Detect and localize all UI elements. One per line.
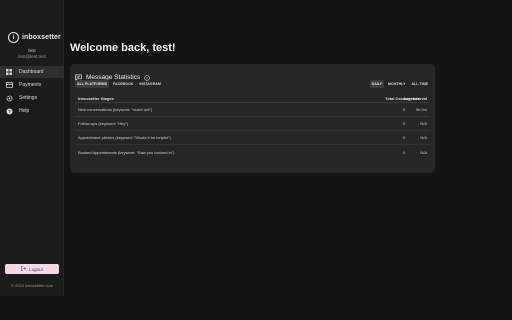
user-name: test	[28, 48, 36, 53]
sidebar-item-label: Help	[19, 108, 30, 114]
column-header-interval: Avg. Interval	[403, 96, 427, 101]
user-email: test@test.test	[18, 54, 46, 59]
sidebar-item-dashboard[interactable]: Dashboard	[0, 66, 64, 78]
period-monthly[interactable]: MONTHLY	[386, 80, 407, 88]
filter-all-platforms[interactable]: ALL PLATFORMS	[75, 80, 110, 88]
platform-filter: ALL PLATFORMS FACEBOOK INSTAGRAM	[75, 80, 163, 88]
stage-cell: New conversations (keyword: "reach out")	[78, 107, 153, 112]
gear-icon	[5, 94, 13, 102]
filter-facebook[interactable]: FACEBOOK	[111, 80, 135, 88]
period-all-time[interactable]: ALL TIME	[409, 80, 430, 88]
sidebar-item-label: Payments	[19, 82, 42, 88]
logout-icon	[21, 266, 27, 272]
logout-button[interactable]: Logout	[5, 264, 59, 274]
svg-text:?: ?	[8, 109, 11, 114]
sidebar-item-settings[interactable]: Settings	[0, 92, 64, 104]
sidebar-item-label: Dashboard	[19, 69, 44, 75]
sidebar-nav: Dashboard Payments Settings ? Help	[0, 66, 64, 118]
column-header-stages: Inboxsetter Stages	[78, 96, 114, 101]
table-row: Follow-ups (keyword: "Hey") 0 N/A	[75, 117, 430, 131]
sidebar-item-label: Settings	[19, 95, 38, 101]
logout-label: Logout	[29, 266, 43, 272]
stage-cell: Booked Appointments (keyword: "Saw you b…	[78, 149, 175, 155]
stats-table: Inboxsetter Stages Total Occurrences Avg…	[75, 95, 430, 159]
filter-instagram[interactable]: INSTAGRAM	[137, 80, 163, 88]
sidebar: i inboxsetter test test@test.test Dashbo…	[0, 0, 64, 296]
dashboard-grid-icon	[5, 68, 13, 76]
stage-cell: Appointment pitches (keyword: "Would it …	[78, 135, 171, 140]
sidebar-item-help[interactable]: ? Help	[0, 105, 64, 117]
stage-cell: Follow-ups (keyword: "Hey")	[78, 121, 129, 126]
interval-cell: 0h 0m	[415, 107, 427, 112]
interval-cell: N/A	[420, 149, 427, 155]
table-row: New conversations (keyword: "reach out")…	[75, 103, 430, 117]
period-daily[interactable]: DAILY	[369, 80, 385, 88]
interval-cell: N/A	[420, 135, 427, 140]
brand[interactable]: i inboxsetter	[8, 32, 61, 43]
period-filter: DAILY MONTHLY ALL TIME	[369, 80, 430, 88]
table-header: Inboxsetter Stages Total Occurrences Avg…	[75, 95, 430, 103]
brand-logo-icon: i	[8, 32, 19, 43]
credit-card-icon	[5, 81, 13, 89]
table-row: Appointment pitches (keyword: "Would it …	[75, 131, 430, 145]
copyright-text: © 2024 inboxsetter.com	[10, 283, 54, 288]
brand-name: inboxsetter	[22, 34, 61, 41]
table-row: Booked Appointments (keyword: "Saw you b…	[75, 145, 430, 159]
interval-cell: N/A	[420, 121, 427, 126]
message-statistics-card: Message Statistics ? ALL PLATFORMS FACEB…	[70, 64, 435, 173]
page-title: Welcome back, test!	[70, 42, 176, 54]
sidebar-item-payments[interactable]: Payments	[0, 79, 64, 91]
help-circle-icon: ?	[5, 107, 13, 115]
